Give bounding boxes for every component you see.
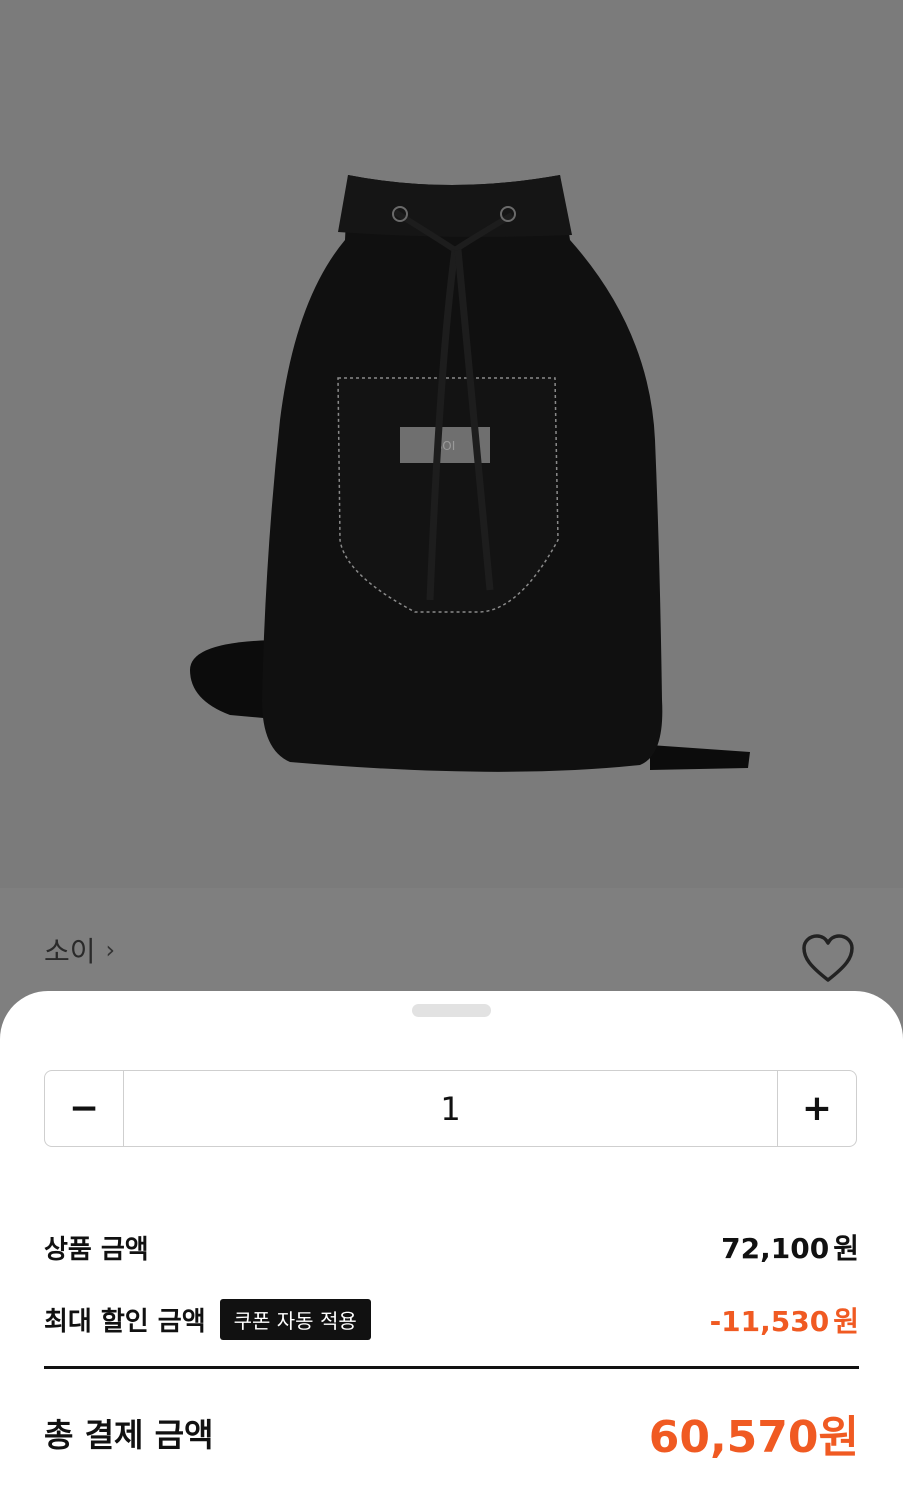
product-image: SOI [0, 0, 903, 888]
quantity-stepper: − 1 + [44, 1070, 857, 1147]
purchase-bottom-sheet: − 1 + 상품 금액 72,100 원 최대 할인 금액 쿠폰 자동 적용 -1… [0, 991, 903, 1500]
product-amount-unit: 원 [833, 1232, 859, 1265]
quantity-value[interactable]: 1 [124, 1071, 777, 1146]
coupon-auto-apply-badge: 쿠폰 자동 적용 [219, 1299, 371, 1340]
product-amount-row: 상품 금액 72,100 원 [44, 1227, 859, 1267]
product-amount-label: 상품 금액 [44, 1234, 149, 1265]
max-discount-unit: 원 [833, 1304, 859, 1338]
brand-link[interactable]: 소이 › [44, 928, 115, 972]
increase-quantity-button[interactable]: + [777, 1071, 856, 1146]
total-payment-row: 총 결제 금액 60,570원 [44, 1401, 859, 1465]
max-discount-number: -11,530 [709, 1304, 830, 1338]
total-payment-label: 총 결제 금액 [44, 1416, 214, 1454]
max-discount-row: 최대 할인 금액 쿠폰 자동 적용 -11,530 원 [44, 1299, 859, 1340]
backpack-image: SOI [0, 0, 903, 888]
max-discount-label: 최대 할인 금액 [44, 1307, 206, 1337]
brand-name: 소이 [44, 935, 96, 968]
product-amount-number: 72,100 [721, 1232, 830, 1265]
product-info-area [0, 888, 903, 1008]
heart-outline-icon[interactable] [800, 932, 856, 984]
max-discount-value: -11,530 원 [710, 1300, 859, 1340]
summary-divider [44, 1366, 859, 1369]
sheet-drag-handle[interactable] [412, 1004, 491, 1017]
max-discount-label-group: 최대 할인 금액 쿠폰 자동 적용 [44, 1299, 371, 1340]
chevron-right-icon: › [105, 936, 116, 964]
decrease-quantity-button[interactable]: − [45, 1071, 124, 1146]
product-amount-value: 72,100 원 [721, 1227, 859, 1267]
total-payment-value: 60,570원 [648, 1412, 859, 1463]
